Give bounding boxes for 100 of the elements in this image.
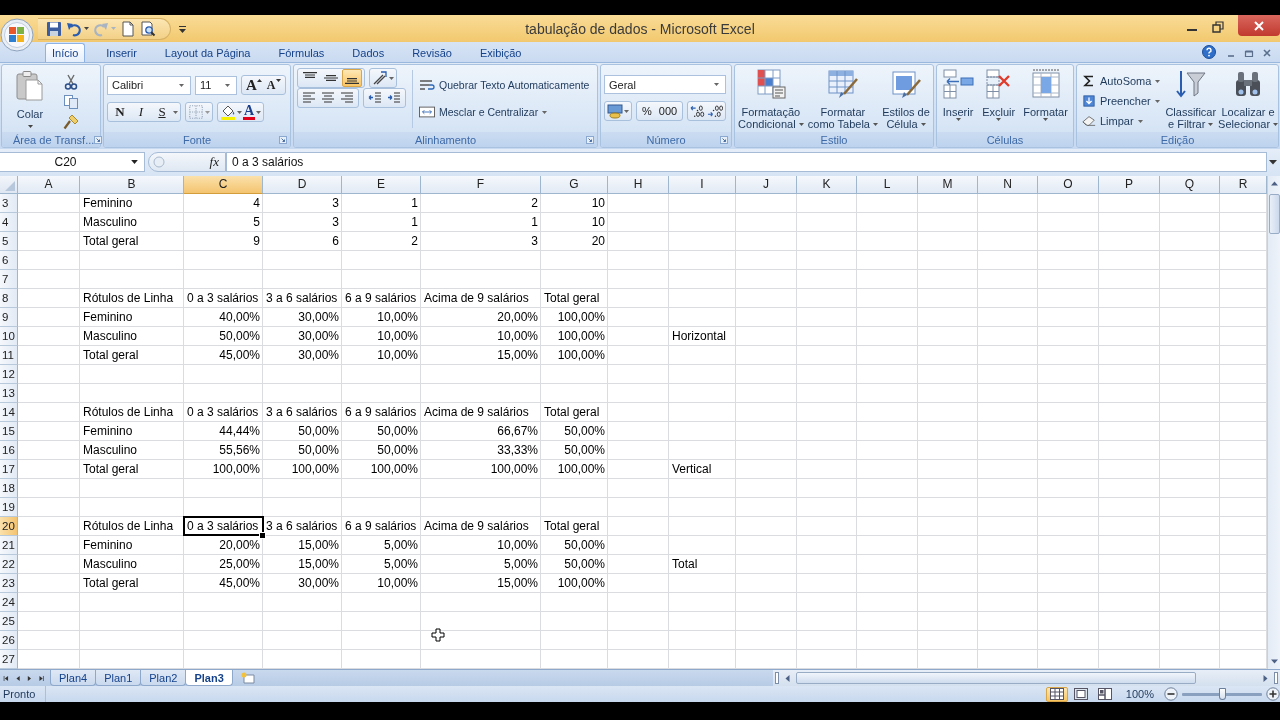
number-format-field[interactable]: Geral [604,75,726,94]
sheet-tab[interactable]: Plan3 [185,670,233,686]
decrease-indent-icon[interactable] [368,91,382,105]
horizontal-scrollbar[interactable] [773,670,1280,686]
align-left-icon[interactable] [302,91,316,105]
merge-center-button[interactable]: Mesclar e Centralizar [419,102,590,122]
paint-bucket-icon[interactable] [220,104,236,120]
split-handle-icon[interactable] [1274,672,1278,684]
font-size-field[interactable]: 11 [195,75,237,95]
column-header[interactable]: C [184,176,263,194]
format-button[interactable]: Formatar [1022,68,1069,132]
launcher-icon[interactable] [279,135,287,144]
sort-filter-button[interactable]: Classificar e Filtrar [1164,68,1218,132]
brush-icon[interactable] [63,114,79,130]
clear-button[interactable]: Limpar [1082,112,1161,130]
percent-button[interactable]: % [639,103,655,119]
zoom-level[interactable]: 100% [1125,688,1154,700]
restore-icon[interactable] [1244,48,1254,58]
scroll-right-icon[interactable] [1261,673,1270,683]
normal-view-button[interactable] [1045,686,1068,702]
split-handle-icon[interactable] [775,672,779,684]
insert-button[interactable]: Inserir [941,68,976,132]
row-header[interactable]: 5 [0,232,18,251]
increase-decimal-icon[interactable] [690,103,707,119]
column-header[interactable]: D [263,176,342,194]
ribbon-tab[interactable]: Layout da Página [157,43,258,62]
vertical-scrollbar[interactable] [1267,176,1280,669]
column-header[interactable]: G [541,176,608,194]
text-angle-icon[interactable] [372,70,388,86]
row-header[interactable]: 15 [0,422,18,441]
close-icon[interactable] [1262,48,1272,58]
ribbon-tab[interactable]: Exibição [472,43,529,62]
row-header[interactable]: 10 [0,327,18,346]
save-icon[interactable] [46,20,62,37]
align-right-icon[interactable] [340,91,354,105]
launcher-icon[interactable] [586,135,594,144]
row-header[interactable]: 14 [0,403,18,422]
row-header[interactable]: 20 [0,517,18,536]
name-box[interactable]: C20 [0,152,145,172]
sheet-tab[interactable]: Plan4 [50,670,97,686]
column-header[interactable]: I [669,176,736,194]
sheet-tab[interactable]: Plan2 [140,670,187,686]
format-table-button[interactable]: Formatar como Tabela [806,68,879,132]
row-header[interactable]: 19 [0,498,18,517]
caret-icon[interactable] [624,109,629,113]
fill-handle-icon[interactable] [259,532,266,539]
row-header[interactable]: 21 [0,536,18,555]
row-header[interactable]: 13 [0,384,18,403]
underline-button[interactable]: S [152,104,172,120]
column-header[interactable]: H [608,176,669,194]
row-header[interactable]: 27 [0,650,18,669]
column-header[interactable]: K [797,176,857,194]
conditional-format-button[interactable]: Formatação Condicional [737,68,805,132]
column-header[interactable]: F [421,176,541,194]
zoom-out-icon[interactable] [1164,687,1178,701]
row-header[interactable]: 7 [0,270,18,289]
caret-icon[interactable] [256,110,262,114]
caret-icon[interactable] [84,27,89,30]
row-header[interactable]: 12 [0,365,18,384]
paste-button[interactable]: Colar [5,68,55,132]
column-header[interactable]: B [80,176,184,194]
row-header[interactable]: 18 [0,479,18,498]
cell-styles-button[interactable]: Estilos de Célula [881,68,931,132]
shrink-font-button[interactable]: A [264,77,283,93]
column-header[interactable]: E [342,176,421,194]
caret-icon[interactable] [237,110,242,114]
copy-icon[interactable] [63,94,79,110]
row-header[interactable]: 8 [0,289,18,308]
first-sheet-icon[interactable] [3,673,10,683]
row-header[interactable]: 6 [0,251,18,270]
column-header[interactable]: J [736,176,797,194]
restore-icon[interactable] [1212,21,1224,33]
blank-page-icon[interactable] [120,20,136,37]
decrease-decimal-icon[interactable] [707,103,724,119]
grow-font-button[interactable]: A [244,77,264,93]
help-icon[interactable] [1202,45,1216,59]
last-sheet-icon[interactable] [37,673,44,683]
banknote-coins-icon[interactable] [607,103,623,119]
align-bottom-button[interactable] [342,69,362,87]
column-header[interactable]: R [1220,176,1267,194]
customize-icon[interactable] [179,24,186,33]
align-center-icon[interactable] [321,91,335,105]
scroll-thumb[interactable] [796,672,1196,684]
row-header[interactable]: 24 [0,593,18,612]
expand-icon[interactable] [1269,159,1277,165]
previous-sheet-icon[interactable] [14,673,21,683]
launcher-icon[interactable] [94,135,103,144]
undo-icon[interactable] [66,20,82,37]
ribbon-tab[interactable]: Inserir [99,43,144,62]
column-header[interactable]: M [918,176,978,194]
formula-field[interactable]: 0 a 3 salários [226,152,1267,172]
column-header[interactable]: A [18,176,80,194]
column-header[interactable]: O [1038,176,1099,194]
row-header[interactable]: 11 [0,346,18,365]
zoom-in-icon[interactable] [1266,687,1280,701]
delete-button[interactable]: Excluir [981,68,1017,132]
row-header[interactable]: 9 [0,308,18,327]
column-header[interactable]: N [978,176,1038,194]
row-header[interactable]: 25 [0,612,18,631]
wrap-text-button[interactable]: Quebrar Texto Automaticamente [419,75,590,95]
